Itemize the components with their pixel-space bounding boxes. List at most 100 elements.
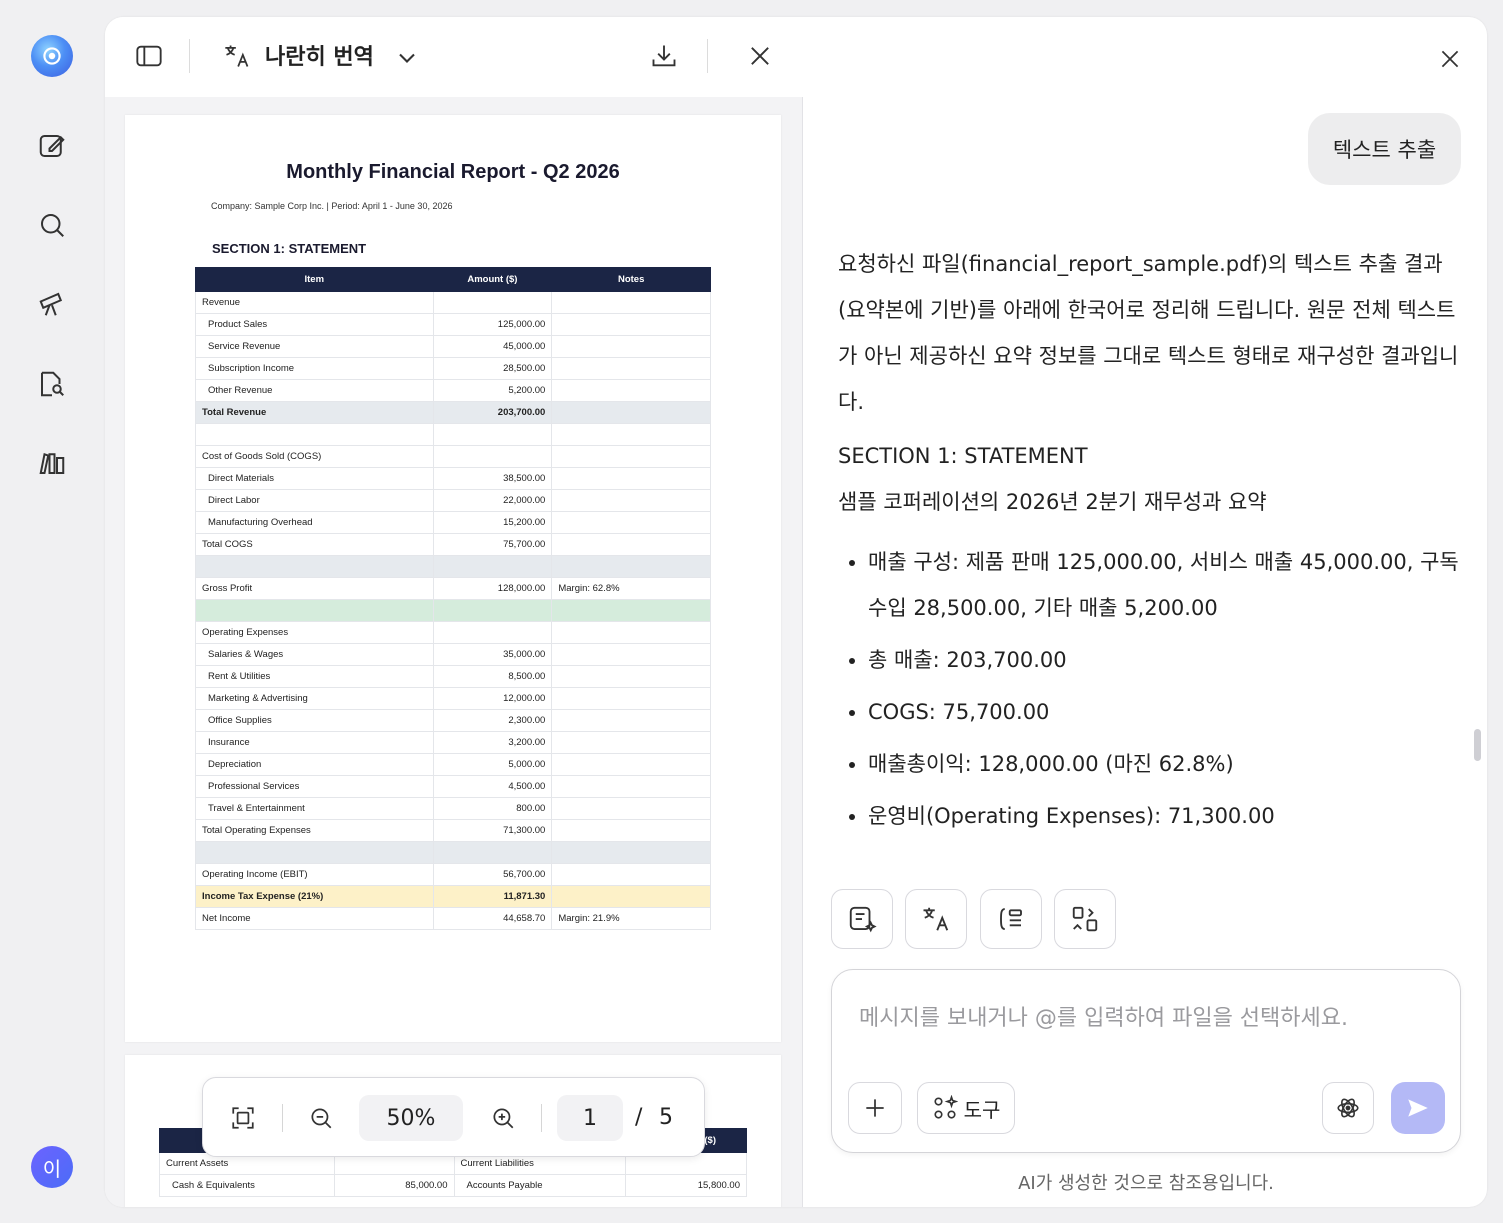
- column-header: Amount ($): [432, 267, 553, 292]
- table-row: Manufacturing Overhead 15,200.00: [195, 511, 711, 534]
- table-cell: Operating Income (EBIT): [195, 863, 434, 886]
- table-cell: 4,500.00: [432, 775, 553, 798]
- table-cell: Insurance: [195, 731, 434, 754]
- table-cell: [551, 621, 711, 644]
- fit-page-icon[interactable]: [226, 1101, 260, 1135]
- table-cell: 203,700.00: [432, 401, 553, 424]
- model-button[interactable]: [1322, 1082, 1374, 1134]
- table-cell: Revenue: [195, 291, 434, 314]
- table-cell: Subscription Income: [195, 357, 434, 380]
- document-toolbar: 나란히 번역: [105, 17, 803, 97]
- table-cell: [551, 357, 711, 380]
- table-row: Cash & Equivalents 85,000.00 Accounts Pa…: [159, 1174, 747, 1197]
- table-row: Total Revenue 203,700.00: [195, 401, 711, 424]
- left-rail: 이: [0, 0, 105, 1223]
- table-cell: [551, 709, 711, 732]
- close-chat-icon[interactable]: [1433, 42, 1467, 76]
- library-icon[interactable]: [32, 443, 72, 483]
- table-cell: [551, 731, 711, 754]
- table-cell: 128,000.00: [432, 577, 553, 600]
- table-cell: [551, 379, 711, 402]
- new-chat-icon[interactable]: [32, 126, 72, 166]
- zoom-level[interactable]: 50%: [359, 1095, 463, 1141]
- table-cell: 45,000.00: [432, 335, 553, 358]
- answer-section-title: SECTION 1: STATEMENT: [838, 444, 1088, 468]
- table-cell: [551, 313, 711, 336]
- app-logo-icon[interactable]: [31, 35, 73, 77]
- table-cell: [551, 885, 711, 908]
- user-avatar[interactable]: 이: [31, 1146, 73, 1188]
- report-subtitle: Company: Sample Corp Inc. | Period: Apri…: [211, 201, 453, 211]
- table-cell: [432, 423, 553, 446]
- sidebar-toggle-icon[interactable]: [132, 39, 166, 73]
- report-section-heading: SECTION 1: STATEMENT: [212, 241, 367, 256]
- search-icon[interactable]: [32, 205, 72, 245]
- chat-scrollbar[interactable]: [1474, 729, 1481, 761]
- close-document-icon[interactable]: [743, 39, 777, 73]
- table-cell: [551, 863, 711, 886]
- table-cell: [551, 533, 711, 556]
- download-icon[interactable]: [647, 39, 681, 73]
- translate-icon[interactable]: [220, 39, 254, 73]
- table-cell: [551, 775, 711, 798]
- send-button[interactable]: [1391, 1082, 1445, 1134]
- table-cell: [551, 401, 711, 424]
- translate-action-button[interactable]: [905, 889, 967, 949]
- table-cell: [551, 489, 711, 512]
- table-cell: [551, 687, 711, 710]
- table-row: Operating Income (EBIT) 56,700.00: [195, 863, 711, 886]
- summary-sparkle-icon: [849, 906, 877, 933]
- table-cell: Accounts Payable: [453, 1174, 627, 1197]
- document-search-icon[interactable]: [32, 364, 72, 404]
- table-cell: Service Revenue: [195, 335, 434, 358]
- table-row: Total COGS 75,700.00: [195, 533, 711, 556]
- explore-telescope-icon[interactable]: [32, 284, 72, 324]
- table-cell: Cash & Equivalents: [159, 1174, 335, 1197]
- table-row: Depreciation 5,000.00: [195, 753, 711, 776]
- summarize-action-button[interactable]: [831, 889, 893, 949]
- send-icon: [1408, 1099, 1428, 1117]
- zoom-in-icon[interactable]: [486, 1101, 520, 1135]
- table-cell: 11,871.30: [432, 885, 553, 908]
- table-cell: [551, 819, 711, 842]
- convert-action-button[interactable]: [1054, 889, 1116, 949]
- table-cell: 44,658.70: [432, 907, 553, 930]
- message-input[interactable]: 메시지를 보내거나 @를 입력하여 파일을 선택하세요.: [859, 1000, 1348, 1032]
- table-cell: 75,700.00: [432, 533, 553, 556]
- table-cell: [432, 555, 553, 578]
- table-cell: Direct Labor: [195, 489, 434, 512]
- list-item: 매출 구성: 제품 판매 125,000.00, 서비스 매출 45,000.0…: [868, 539, 1468, 631]
- table-row: Rent & Utilities 8,500.00: [195, 665, 711, 688]
- attach-button[interactable]: [848, 1082, 902, 1134]
- tools-button[interactable]: 도구: [917, 1082, 1015, 1134]
- extract-action-button[interactable]: [980, 889, 1042, 949]
- table-cell: 85,000.00: [333, 1174, 455, 1197]
- table-cell: Margin: 21.9%: [551, 907, 711, 930]
- table-cell: 125,000.00: [432, 313, 553, 336]
- page-number-input[interactable]: 1: [557, 1095, 623, 1141]
- convert-icon: [1072, 906, 1098, 932]
- table-cell: Manufacturing Overhead: [195, 511, 434, 534]
- report-title: Monthly Financial Report - Q2 2026: [286, 161, 620, 183]
- table-cell: 38,500.00: [432, 467, 553, 490]
- view-mode-title[interactable]: 나란히 번역: [265, 39, 374, 71]
- zoom-out-icon[interactable]: [304, 1101, 338, 1135]
- chevron-down-icon[interactable]: [390, 41, 424, 75]
- table-row: Professional Services 4,500.00: [195, 775, 711, 798]
- table-row: Marketing & Advertising 12,000.00: [195, 687, 711, 710]
- zoom-toolbar: 50% 1 / 5: [202, 1077, 705, 1157]
- table-cell: 56,700.00: [432, 863, 553, 886]
- table-cell: [551, 665, 711, 688]
- table-cell: Cost of Goods Sold (COGS): [195, 445, 434, 468]
- answer-section-subtitle: 샘플 코퍼레이션의 2026년 2분기 재무성과 요약: [838, 490, 1267, 514]
- table-row: Revenue: [195, 291, 711, 314]
- table-cell: 35,000.00: [432, 643, 553, 666]
- table-row: [195, 599, 711, 622]
- list-item: 총 매출: 203,700.00: [868, 637, 1468, 683]
- table-cell: Salaries & Wages: [195, 643, 434, 666]
- list-item: 운영비(Operating Expenses): 71,300.00: [868, 793, 1468, 839]
- user-message-bubble: 텍스트 추출: [1308, 113, 1461, 185]
- table-cell: [432, 445, 553, 468]
- table-cell: [551, 555, 711, 578]
- page-separator: /: [635, 1105, 643, 1130]
